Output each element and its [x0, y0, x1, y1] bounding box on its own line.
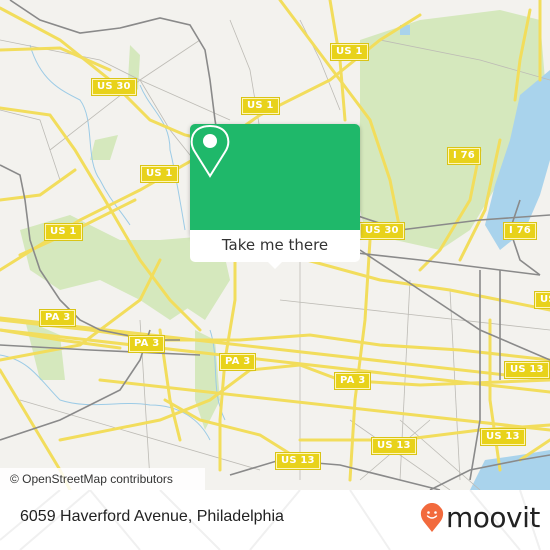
shield-us-13-east-lower: US 13	[480, 428, 526, 446]
shield-us-30-east: US 30	[359, 222, 405, 240]
shield-us-1-north: US 1	[241, 97, 280, 115]
shield-us-1-northeast: US 1	[330, 43, 369, 61]
moovit-smiley-pin-icon	[420, 503, 444, 532]
shield-us-13-east-upper: US 13	[504, 361, 550, 379]
shield-pa-3-center: PA 3	[218, 353, 257, 371]
map-view[interactable]: US 30 US 1 US 1 US 1 US 1 I 76 I 76 US 3…	[0, 0, 550, 490]
moovit-wordmark: moovit	[446, 501, 540, 534]
shield-i-76-lower: I 76	[503, 222, 537, 240]
take-me-there-button[interactable]: Take me there	[190, 230, 360, 262]
shield-us-1-center: US 1	[140, 165, 179, 183]
shield-us-13-west: US 13	[275, 452, 321, 470]
shield-us-1-west: US 1	[44, 223, 83, 241]
moovit-logo[interactable]: moovit	[420, 500, 540, 536]
shield-pa-3-mid: PA 3	[127, 335, 166, 353]
footer-bar: 6059 Haverford Avenue, Philadelphia moov…	[0, 490, 550, 550]
shield-us-30-west: US 30	[91, 78, 137, 96]
shield-us-edge: US	[534, 291, 550, 309]
location-popup: Take me there	[190, 124, 360, 269]
shield-i-76-upper: I 76	[447, 147, 481, 165]
shield-us-13-center: US 13	[371, 437, 417, 455]
popup-pointer	[266, 260, 284, 269]
popup-header	[190, 124, 360, 230]
shield-pa-3-west: PA 3	[38, 309, 77, 327]
map-pin-icon	[190, 124, 230, 178]
shield-pa-3-east: PA 3	[333, 372, 372, 390]
address-label: 6059 Haverford Avenue, Philadelphia	[20, 508, 284, 525]
map-attribution[interactable]: © OpenStreetMap contributors	[0, 468, 205, 490]
